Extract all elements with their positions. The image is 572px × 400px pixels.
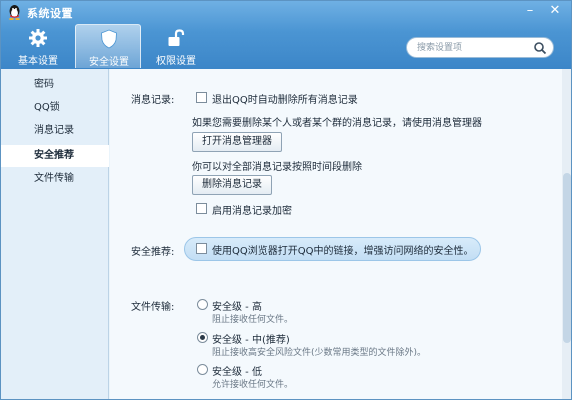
shield-icon <box>101 29 117 49</box>
delete-on-exit-label: 退出QQ时自动删除所有消息记录 <box>212 95 358 106</box>
security-level-low-desc: 允许接收任何文件。 <box>212 380 294 390</box>
tab-permission-settings[interactable]: 权限设置 <box>143 24 209 68</box>
security-level-high-title: 安全级 - 高 <box>212 302 262 313</box>
encrypt-record-label: 启用消息记录加密 <box>212 206 292 217</box>
sidebar: 密码 QQ锁 消息记录 安全推荐 文件传输 <box>1 69 109 399</box>
sidebar-item-password[interactable]: 密码 <box>1 74 109 96</box>
security-level-high-radio[interactable] <box>197 299 208 310</box>
unlock-icon <box>168 29 185 46</box>
tab-label: 基本设置 <box>18 56 58 67</box>
tab-basic-settings[interactable]: 基本设置 <box>5 24 71 68</box>
title-bar[interactable]: 系统设置 – ✕ <box>1 1 571 23</box>
sidebar-item-qq-lock[interactable]: QQ锁 <box>1 97 109 119</box>
security-level-medium-desc: 阻止接收高安全风险文件(少数常用类型的文件除外)。 <box>212 348 427 358</box>
settings-window: 系统设置 – ✕ 基本设置 安全设置 权限设置 搜索设置项 密码 QQ锁 消息记… <box>0 0 572 400</box>
delete-hint: 你可以对全部消息记录按照时间段删除 <box>192 162 362 173</box>
qq-browser-checkbox[interactable] <box>196 243 207 254</box>
gear-icon <box>29 29 47 47</box>
qq-browser-label: 使用QQ浏览器打开QQ中的链接，增强访问网络的安全性。 <box>212 246 474 257</box>
header-bar: 系统设置 – ✕ 基本设置 安全设置 权限设置 搜索设置项 <box>1 1 571 69</box>
manager-hint: 如果您需要删除某个人或者某个群的消息记录，请使用消息管理器 <box>192 118 482 129</box>
security-recommend-label: 安全推荐: <box>131 247 175 258</box>
message-record-label: 消息记录: <box>131 95 175 106</box>
security-level-high-desc: 阻止接收任何文件。 <box>212 315 294 325</box>
security-level-low-title: 安全级 - 低 <box>212 367 262 378</box>
search-icon[interactable] <box>533 41 547 55</box>
tab-security-settings[interactable]: 安全设置 <box>75 24 141 68</box>
sidebar-item-file-transfer[interactable]: 文件传输 <box>1 168 109 190</box>
window-title: 系统设置 <box>27 7 73 20</box>
content-scrollbar[interactable] <box>562 69 571 399</box>
security-level-low-radio[interactable] <box>197 364 208 375</box>
search-input[interactable] <box>417 41 527 55</box>
search-box <box>406 37 554 58</box>
sidebar-item-security-recommend[interactable]: 安全推荐 <box>1 145 109 167</box>
tab-label: 权限设置 <box>156 56 196 67</box>
delete-on-exit-checkbox[interactable] <box>196 92 207 103</box>
qq-penguin-icon <box>9 5 20 20</box>
tab-label: 安全设置 <box>89 57 129 68</box>
security-level-medium-title: 安全级 - 中(推荐) <box>212 335 290 346</box>
open-message-manager-button[interactable]: 打开消息管理器 <box>192 132 282 152</box>
delete-message-record-button[interactable]: 删除消息记录 <box>192 175 272 195</box>
close-button[interactable]: ✕ <box>544 3 566 19</box>
sidebar-item-message-record[interactable]: 消息记录 <box>1 120 109 142</box>
scrollbar-thumb[interactable] <box>563 173 571 343</box>
minimize-button[interactable]: – <box>519 3 541 19</box>
encrypt-record-checkbox[interactable] <box>196 203 207 214</box>
file-transfer-label: 文件传输: <box>131 302 175 313</box>
security-level-medium-radio[interactable] <box>197 332 208 343</box>
